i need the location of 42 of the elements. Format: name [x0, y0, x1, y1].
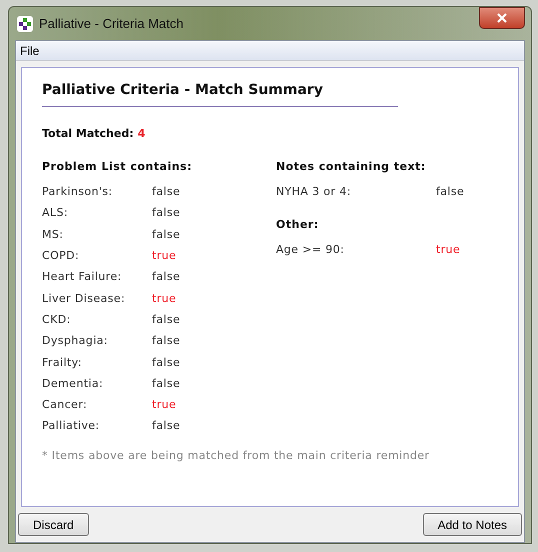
criterion-value: false	[152, 376, 180, 390]
criterion-label: MS:	[42, 228, 64, 241]
criterion-label: CKD:	[42, 312, 72, 326]
criterion-label: NYHA 3 or 4:	[276, 185, 352, 198]
window-title: Palliative - Criteria Match	[39, 16, 184, 31]
criterion-value: false	[152, 228, 180, 241]
criterion-value: false	[152, 419, 180, 432]
add-to-notes-button[interactable]: Add to Notes	[422, 513, 522, 536]
criterion-value: false	[152, 206, 180, 220]
close-button[interactable]	[479, 6, 525, 28]
criterion-value: true	[436, 243, 460, 256]
discard-button[interactable]: Discard	[18, 513, 89, 536]
criterion-label: COPD:	[42, 249, 80, 262]
section-heading: Other:	[276, 218, 320, 232]
criterion-label: Parkinson's:	[42, 185, 114, 198]
footnote: * Items above are being matched from the main criteria reminder	[42, 448, 430, 462]
close-icon	[496, 12, 508, 22]
criterion-value: false	[436, 185, 464, 198]
criterion-label: Cancer:	[42, 398, 88, 412]
criterion-value: false	[152, 270, 180, 284]
criterion-value: false	[152, 334, 180, 348]
criterion-label: Liver Disease:	[42, 292, 126, 305]
criterion-value: false	[152, 185, 180, 198]
criterion-label: Heart Failure:	[42, 270, 123, 284]
section-heading: Problem List contains:	[42, 160, 193, 173]
criterion-label: Frailty:	[42, 356, 83, 369]
section-heading: Notes containing text:	[276, 160, 427, 173]
menu-item[interactable]: File	[16, 44, 44, 58]
criterion-value: true	[152, 398, 176, 412]
app-icon	[17, 16, 33, 32]
criterion-label: Dementia:	[42, 376, 104, 390]
criterion-label: ALS:	[42, 206, 69, 220]
total-value: 4	[138, 127, 146, 140]
total-label: Total Matched:	[42, 127, 134, 140]
criterion-label: Dysphagia:	[42, 334, 109, 348]
criterion-value: false	[152, 312, 180, 326]
summary-title: Palliative Criteria - Match Summary	[42, 82, 398, 107]
criterion-label: Age >= 90:	[276, 243, 346, 256]
criterion-value: true	[152, 249, 176, 262]
criterion-value: true	[152, 292, 176, 305]
criterion-label: Palliative:	[42, 419, 101, 432]
criterion-value: false	[152, 356, 180, 369]
